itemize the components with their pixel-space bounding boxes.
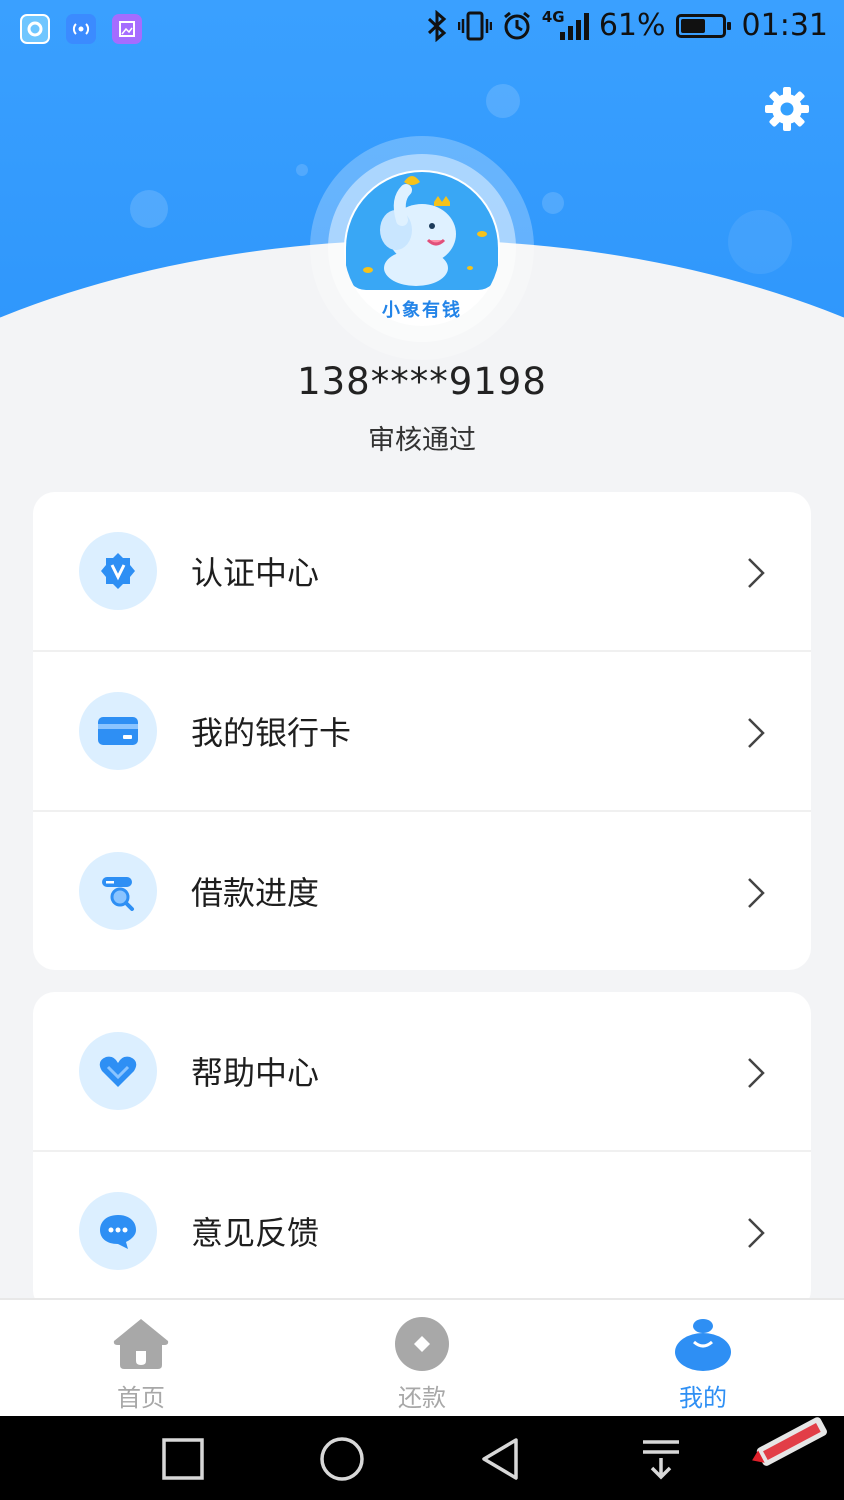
logo-text: 小象有钱 xyxy=(382,300,462,321)
watermark-logo xyxy=(752,1417,827,1466)
verification-status: 审核通过 xyxy=(368,425,476,456)
vibrate-icon xyxy=(457,11,492,40)
tab-mine[interactable]: 我的 xyxy=(633,1314,773,1413)
notification-pull-icon[interactable] xyxy=(638,1436,684,1482)
tab-label: 还款 xyxy=(398,1384,446,1412)
chat-bubble-icon xyxy=(79,1192,157,1270)
menu-item-label: 帮助中心 xyxy=(191,1054,320,1092)
decor-bubble xyxy=(486,84,520,118)
alarm-icon xyxy=(503,11,530,39)
tab-home[interactable]: 首页 xyxy=(71,1314,211,1413)
app-notification-icon xyxy=(20,14,50,44)
decor-bubble xyxy=(296,164,308,176)
clock: 01:31 xyxy=(741,8,828,43)
decor-bubble xyxy=(130,190,168,228)
chevron-right-icon xyxy=(748,558,765,588)
chevron-right-icon xyxy=(748,878,765,908)
menu-item-help-center[interactable]: 帮助中心 xyxy=(33,992,811,1152)
battery-icon xyxy=(675,13,731,38)
menu-item-label: 认证中心 xyxy=(191,554,320,592)
battery-percent: 61% xyxy=(598,8,666,43)
avatar[interactable]: 小象有钱 xyxy=(344,170,500,326)
home-icon xyxy=(113,1319,169,1369)
image-icon xyxy=(112,14,142,44)
decor-bubble xyxy=(542,192,564,214)
menu-card-main: 认证中心 我的银行卡 借款进度 xyxy=(33,492,811,970)
user-phone: 138****9198 xyxy=(297,360,547,403)
bluetooth-icon xyxy=(427,9,447,42)
system-nav-bar xyxy=(0,1416,844,1500)
menu-item-feedback[interactable]: 意见反馈 xyxy=(33,1152,811,1312)
menu-item-label: 我的银行卡 xyxy=(191,714,352,752)
tab-repay[interactable]: 还款 xyxy=(352,1314,492,1413)
menu-item-verification-center[interactable]: 认证中心 xyxy=(33,492,811,652)
recent-apps-icon[interactable] xyxy=(160,1436,206,1482)
decor-bubble xyxy=(728,210,792,274)
heart-icon xyxy=(79,1032,157,1110)
tab-label: 首页 xyxy=(117,1384,165,1412)
bank-card-icon xyxy=(79,692,157,770)
settings-gear-icon[interactable] xyxy=(764,86,810,132)
hotspot-icon xyxy=(66,14,96,44)
network-type: 4G xyxy=(541,7,565,26)
menu-item-bank-card[interactable]: 我的银行卡 xyxy=(33,652,811,812)
verify-badge-icon xyxy=(79,532,157,610)
menu-item-label: 借款进度 xyxy=(191,874,320,912)
status-bar: 4G 61% 01:31 xyxy=(0,0,844,58)
bottom-tab-bar: 首页 还款 我的 xyxy=(0,1298,844,1416)
chevron-right-icon xyxy=(748,1058,765,1088)
home-circle-icon[interactable] xyxy=(319,1436,365,1482)
repay-coin-icon xyxy=(395,1317,449,1371)
profile-bag-icon xyxy=(675,1319,731,1371)
menu-item-loan-progress[interactable]: 借款进度 xyxy=(33,812,811,970)
chevron-right-icon xyxy=(748,1218,765,1248)
menu-card-support: 帮助中心 意见反馈 xyxy=(33,992,811,1312)
back-triangle-icon[interactable] xyxy=(478,1436,524,1482)
avatar-background xyxy=(346,172,498,290)
tab-label: 我的 xyxy=(679,1384,727,1412)
loan-progress-icon xyxy=(79,852,157,930)
elephant-mascot-icon xyxy=(363,176,487,286)
menu-item-label: 意见反馈 xyxy=(191,1214,320,1252)
chevron-right-icon xyxy=(748,718,765,748)
